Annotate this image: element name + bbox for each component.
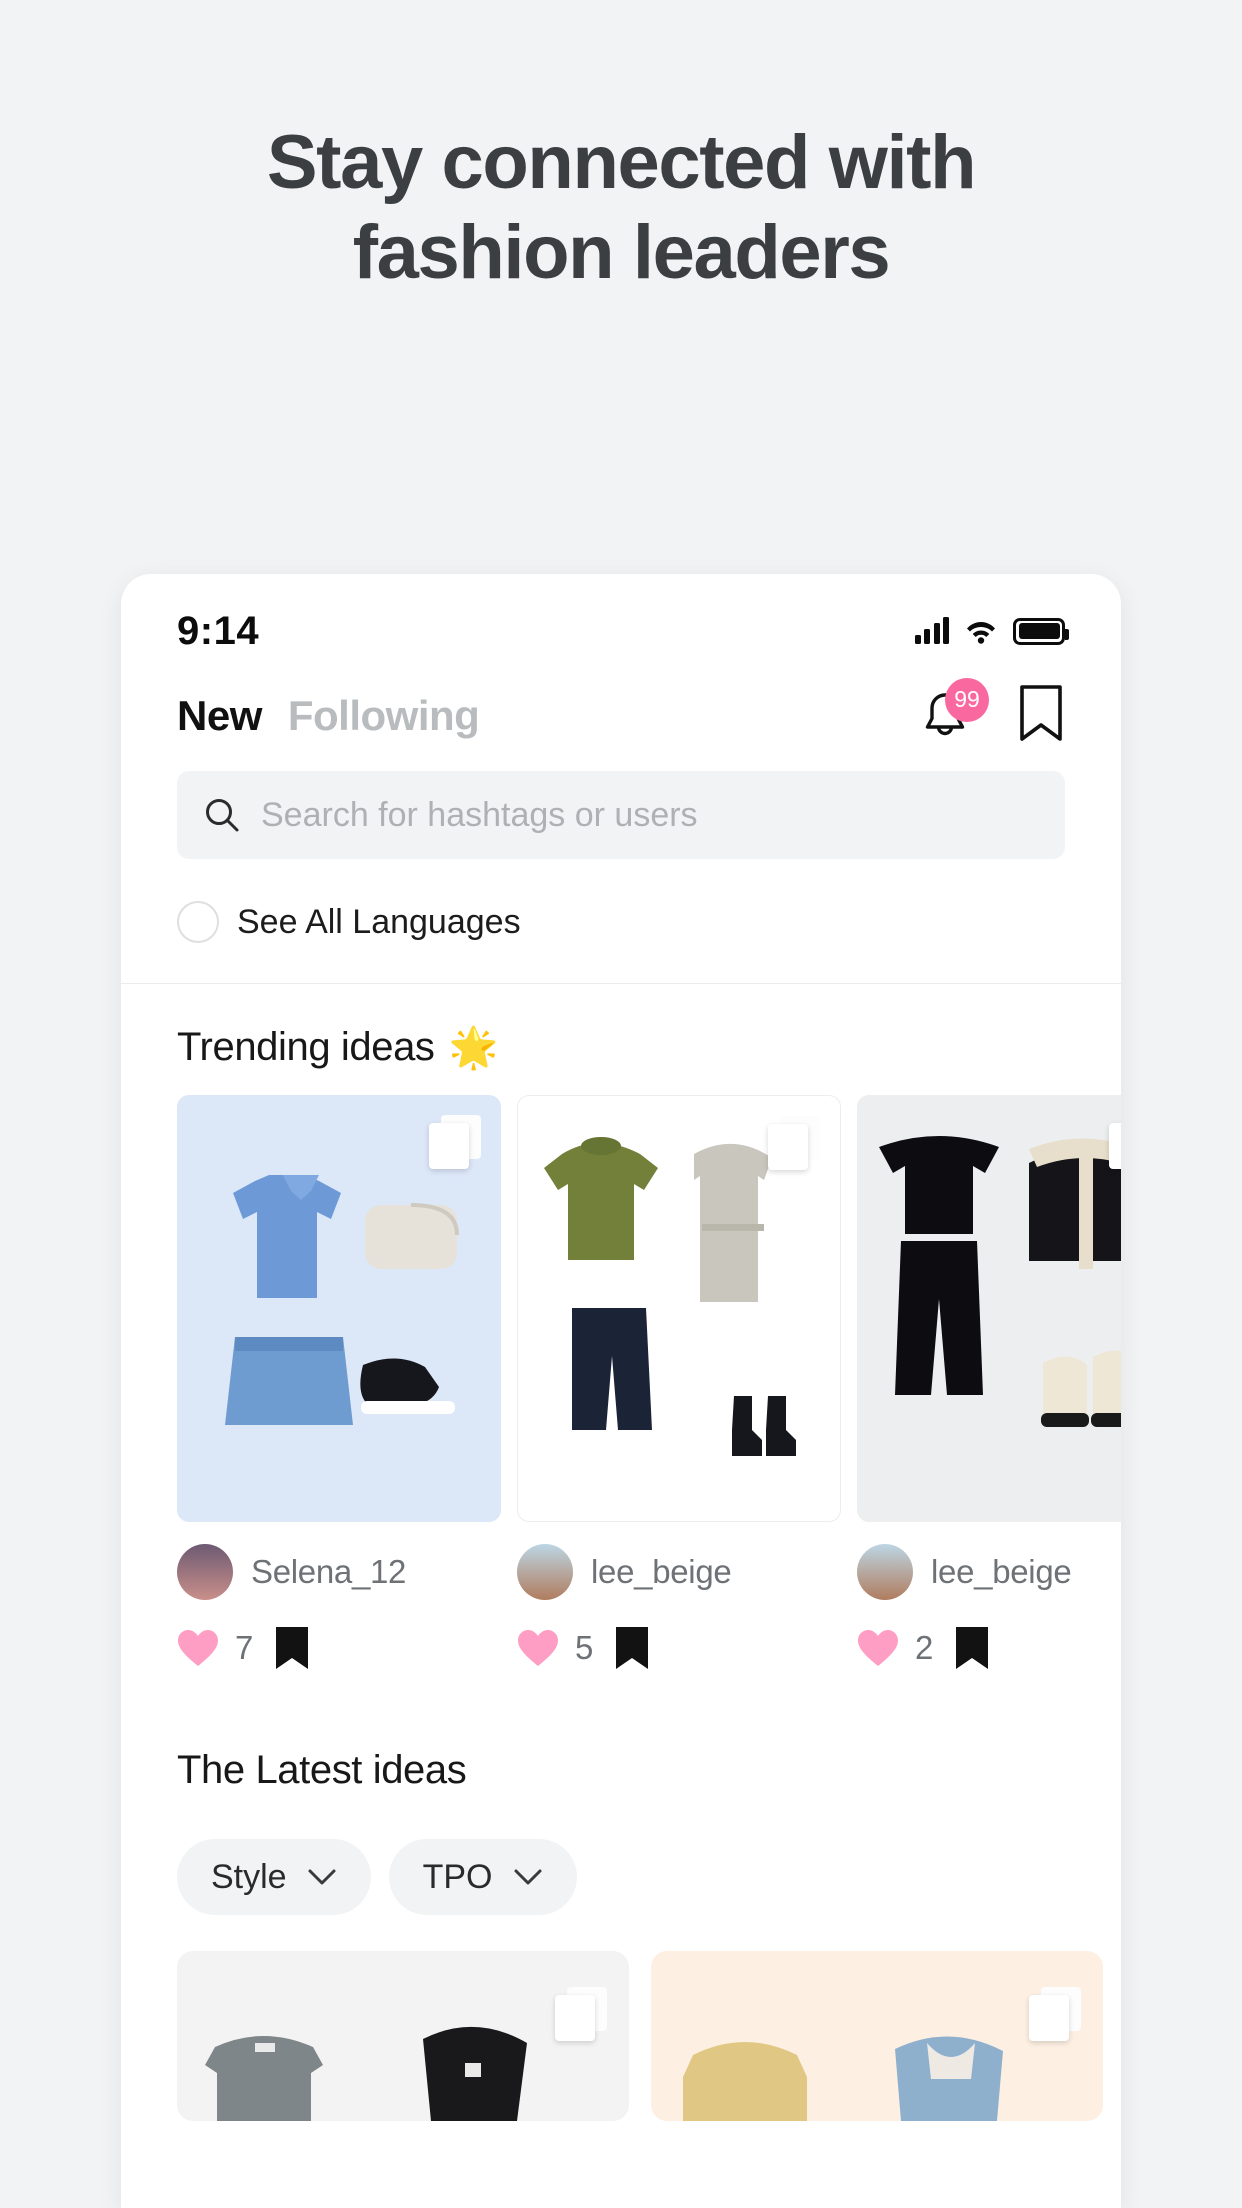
like-count: 5 <box>575 1629 594 1666</box>
card-metrics: 5 <box>517 1600 841 1670</box>
phone-mockup: 9:14 New Following 99 Search for hashtag… <box>121 574 1121 2208</box>
page-title: Stay connected with fashion leaders <box>0 118 1242 297</box>
avatar[interactable] <box>517 1544 573 1600</box>
outfit-collage <box>879 1136 1121 1427</box>
trending-title-text: Trending ideas <box>177 1025 435 1069</box>
wifi-icon <box>965 618 997 644</box>
chevron-down-icon <box>308 1869 336 1885</box>
search-bar[interactable]: Search for hashtags or users <box>177 771 1065 859</box>
card-user[interactable]: lee_beige <box>857 1522 1121 1600</box>
avatar[interactable] <box>857 1544 913 1600</box>
trending-card[interactable]: Selena_12 7 <box>177 1095 501 1670</box>
latest-cards-row[interactable] <box>121 1915 1121 2121</box>
card-user[interactable]: lee_beige <box>517 1522 841 1600</box>
card-metrics: 2 <box>857 1600 1121 1670</box>
latest-card[interactable] <box>651 1951 1103 2121</box>
search-input[interactable]: Search for hashtags or users <box>261 796 698 835</box>
username[interactable]: lee_beige <box>931 1553 1072 1591</box>
promo-page: Stay connected with fashion leaders 9:14… <box>0 0 1242 2208</box>
battery-full-icon <box>1013 617 1069 645</box>
like-count: 2 <box>915 1629 934 1666</box>
tab-new[interactable]: New <box>177 692 262 740</box>
headline-line-2: fashion leaders <box>352 209 891 295</box>
header-actions: 99 <box>919 677 1065 747</box>
search-icon <box>206 799 239 832</box>
stack-copy-icon[interactable] <box>1109 1115 1121 1169</box>
like-count: 7 <box>235 1629 254 1666</box>
chevron-down-icon <box>514 1869 541 1885</box>
trending-card[interactable]: lee_beige 5 <box>517 1095 841 1670</box>
outfit-image[interactable] <box>517 1095 841 1522</box>
outfit-image[interactable] <box>177 1095 501 1522</box>
stack-copy-icon[interactable] <box>429 1115 481 1169</box>
heart-icon[interactable] <box>857 1629 899 1667</box>
trending-section-title: Trending ideas 🌟 <box>121 984 1121 1095</box>
status-bar: 9:14 <box>121 574 1121 666</box>
tab-following[interactable]: Following <box>288 692 480 740</box>
card-metrics: 7 <box>177 1600 501 1670</box>
outfit-image[interactable] <box>857 1095 1121 1522</box>
see-all-languages-label: See All Languages <box>237 902 521 941</box>
filter-chip-style[interactable]: Style <box>177 1839 371 1915</box>
stack-copy-icon[interactable] <box>1029 1987 1081 2041</box>
see-all-languages-row[interactable]: See All Languages <box>121 859 1121 984</box>
saved-button[interactable] <box>1017 684 1065 747</box>
heart-icon[interactable] <box>517 1629 559 1667</box>
heart-icon[interactable] <box>177 1629 219 1667</box>
stack-copy-icon[interactable] <box>555 1987 607 2041</box>
notification-badge: 99 <box>945 677 989 722</box>
feed-tabs: New Following <box>177 692 480 740</box>
bookmark-filled-icon[interactable] <box>615 1626 649 1670</box>
username[interactable]: lee_beige <box>591 1553 732 1591</box>
glowing-star-icon: 🌟 <box>448 1026 499 1070</box>
app-header: New Following 99 <box>121 666 1121 757</box>
filter-chip-style-label: Style <box>211 1857 287 1896</box>
latest-filters: Style TPO <box>121 1817 1121 1915</box>
bookmark-filled-icon[interactable] <box>955 1626 989 1670</box>
headline-line-1: Stay connected with <box>266 120 977 205</box>
filter-chip-tpo-label: TPO <box>422 1857 493 1896</box>
notifications-button[interactable]: 99 <box>919 677 989 744</box>
status-bar-icons <box>914 617 1069 645</box>
username[interactable]: Selena_12 <box>251 1553 406 1591</box>
trending-card[interactable]: lee_beige 2 <box>857 1095 1121 1670</box>
avatar[interactable] <box>177 1544 233 1600</box>
filter-chip-tpo[interactable]: TPO <box>388 1839 577 1915</box>
trending-cards-row[interactable]: Selena_12 7 lee_beige 5 lee_beige 2 <box>121 1095 1121 1670</box>
stack-copy-icon[interactable] <box>768 1116 820 1170</box>
latest-section-title: The Latest ideas <box>177 1748 467 1792</box>
status-bar-clock: 9:14 <box>177 608 260 653</box>
bookmark-outline-icon <box>1020 685 1062 741</box>
cellular-signal-icon <box>914 617 949 644</box>
bookmark-filled-icon[interactable] <box>275 1626 309 1670</box>
radio-circle-icon[interactable] <box>177 901 219 943</box>
card-user[interactable]: Selena_12 <box>177 1522 501 1600</box>
latest-card[interactable] <box>177 1951 629 2121</box>
